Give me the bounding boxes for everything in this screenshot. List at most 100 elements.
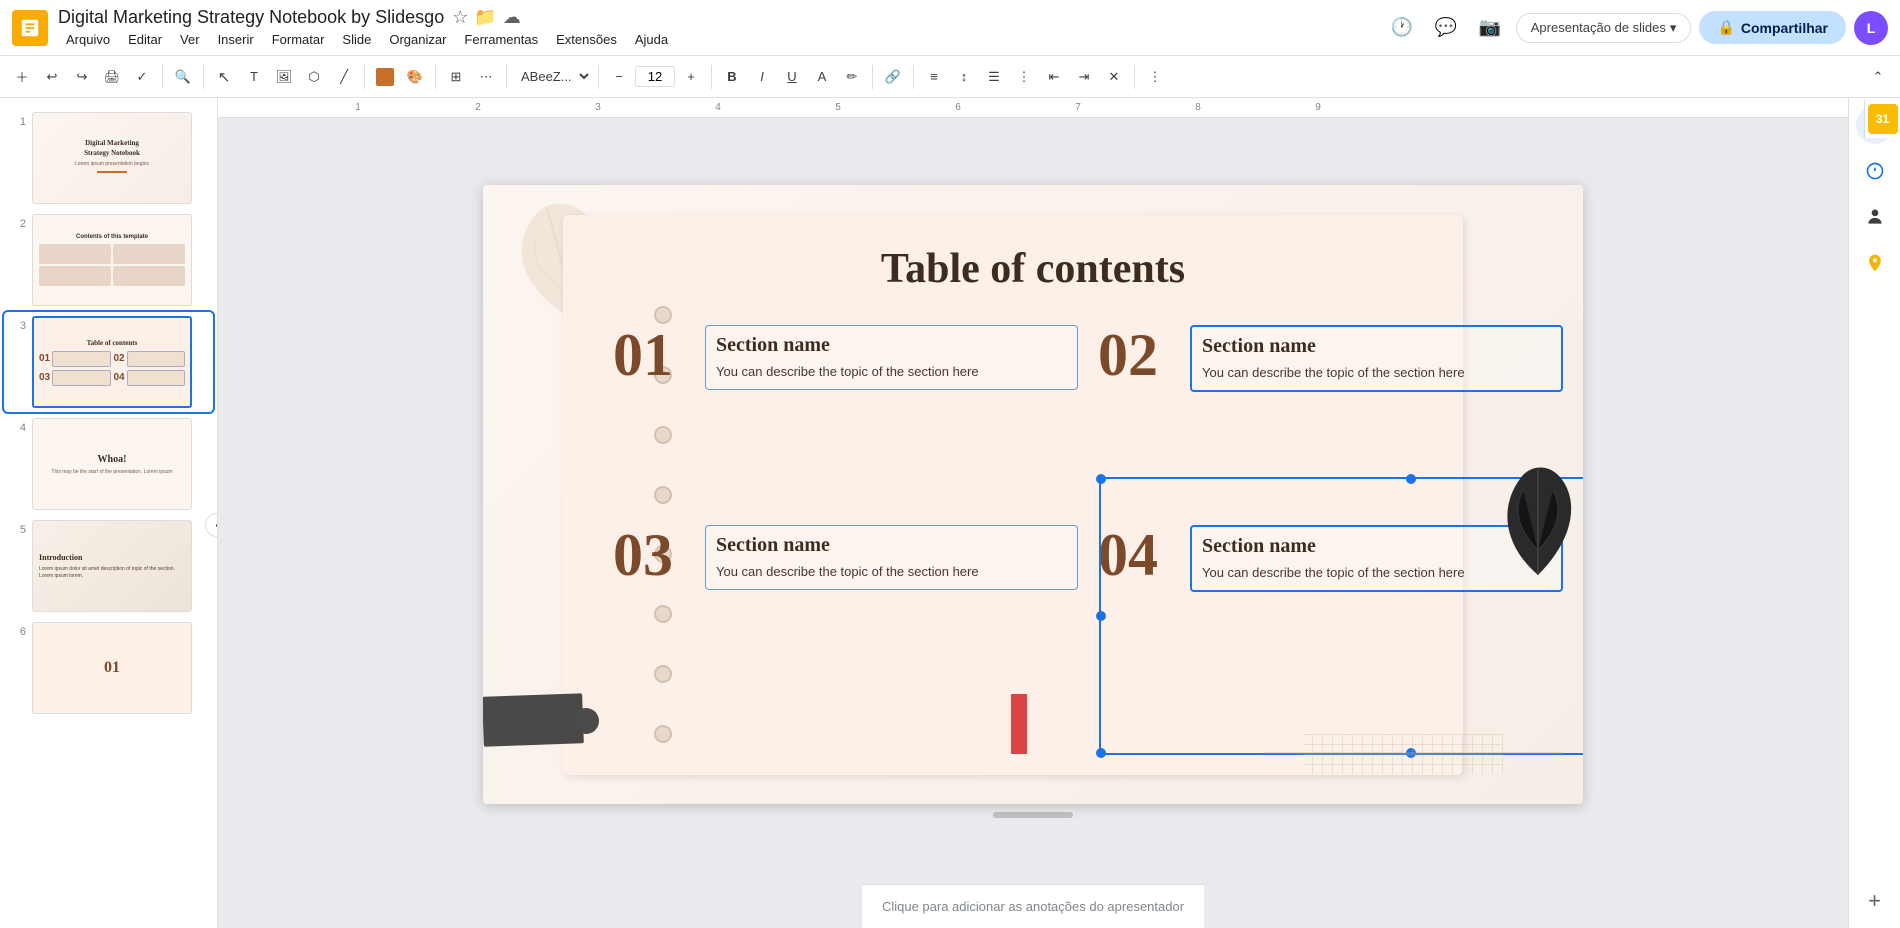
bullets-btn[interactable]: ☰ [980,62,1008,92]
slide-preview-2[interactable]: Contents of this template [32,214,192,306]
folder-icon[interactable]: 📁 [474,7,496,28]
menu-extensoes[interactable]: Extensões [548,30,625,49]
chevron-down-icon: ▾ [1670,20,1677,36]
image-btn[interactable]: 🖼 [270,62,298,92]
menu-editar[interactable]: Editar [120,30,170,49]
slide-thumb-2[interactable]: 2 Contents of this template [4,210,213,310]
present-label: Apresentação de slides [1531,20,1666,35]
menu-ver[interactable]: Ver [172,30,208,49]
scroll-indicator[interactable] [993,812,1073,818]
section-name-3[interactable]: Section name [716,534,1067,557]
slide-thumb-6[interactable]: 6 01 [4,618,213,718]
menu-ferramentas[interactable]: Ferramentas [456,30,546,49]
doc-title[interactable]: Digital Marketing Strategy Notebook by S… [58,7,444,28]
menu-organizar[interactable]: Organizar [381,30,454,49]
section-item-1[interactable]: 01 Section name You can describe the top… [613,325,1078,505]
cursor-btn[interactable]: ↖ [210,62,238,92]
notes-area[interactable]: Clique para adicionar as anotações do ap… [862,884,1204,928]
tape-circle [573,708,599,734]
indent-inc-btn[interactable]: ⇥ [1070,62,1098,92]
separator-10 [1134,65,1135,89]
cloud-icon[interactable]: ☁ [503,7,521,28]
bg-color-btn[interactable] [371,62,399,92]
present-button[interactable]: Apresentação de slides ▾ [1516,13,1692,43]
comment-btn[interactable]: 💬 [1428,10,1464,46]
section-num-4: 04 [1098,525,1178,585]
italic-btn[interactable]: I [748,62,776,92]
lines-btn[interactable]: ╱ [330,62,358,92]
location-btn[interactable] [1856,244,1894,282]
share-button[interactable]: 🔒 Compartilhar [1699,11,1846,44]
slide-preview-6[interactable]: 01 [32,622,192,714]
slide-preview-3[interactable]: Table of contents 01 02 03 [32,316,192,408]
underline-btn[interactable]: U [778,62,806,92]
align-btn[interactable]: ≡ [920,62,948,92]
slide-num-1: 1 [12,112,26,128]
slide-thumb-4[interactable]: 4 Whoa! This may be the start of the pre… [4,414,213,514]
font-size-increase[interactable]: + [677,62,705,92]
menu-inserir[interactable]: Inserir [210,30,262,49]
menu-ajuda[interactable]: Ajuda [627,30,676,49]
comments-panel-btn[interactable] [1856,152,1894,190]
separator-8 [872,65,873,89]
indent-dec-btn[interactable]: ⇤ [1040,62,1068,92]
section-desc-3[interactable]: You can describe the topic of the sectio… [716,563,1067,581]
main-content: ‹ 1 Digital MarketingStrategy Notebook L… [0,98,1900,928]
menu-arquivo[interactable]: Arquivo [58,30,118,49]
layout-btn[interactable]: ⊞ [442,62,470,92]
section-desc-1[interactable]: You can describe the topic of the sectio… [716,363,1067,381]
add-btn[interactable]: + [1856,882,1894,920]
slide-num-4: 4 [12,418,26,434]
star-icon[interactable]: ☆ [452,7,468,28]
people-btn[interactable] [1856,198,1894,236]
font-size-input[interactable] [635,66,675,87]
textbox-btn[interactable]: T [240,62,268,92]
paint-btn[interactable]: 🎨 [401,62,429,92]
link-btn[interactable]: 🔗 [879,62,907,92]
section-name-1[interactable]: Section name [716,334,1067,357]
notes-placeholder[interactable]: Clique para adicionar as anotações do ap… [882,899,1184,914]
avatar[interactable]: L [1854,11,1888,45]
camera-btn[interactable]: 📷 [1472,10,1508,46]
numbering-btn[interactable]: ⋮ [1010,62,1038,92]
app-icon[interactable] [12,10,48,46]
line-spacing-btn[interactable]: ↕ [950,62,978,92]
slide-num-2: 2 [12,214,26,230]
dotgrid-btn[interactable]: ⋯ [472,62,500,92]
section-name-2[interactable]: Section name [1202,335,1551,358]
section-item-3[interactable]: 03 Section name You can describe the top… [613,525,1078,705]
redo-btn[interactable]: ↪ [68,62,96,92]
slide-thumb-3[interactable]: 3 Table of contents 01 02 [4,312,213,412]
history-btn[interactable]: 🕐 [1384,10,1420,46]
slide-preview-4[interactable]: Whoa! This may be the start of the prese… [32,418,192,510]
calendar-icon[interactable]: 31 [1868,104,1898,134]
font-select[interactable]: ABeeZ... [513,66,592,87]
add-slide-btn[interactable]: ＋ [8,62,36,92]
slide-preview-1[interactable]: Digital MarketingStrategy Notebook Lorem… [32,112,192,204]
font-size-decrease[interactable]: − [605,62,633,92]
zoom-btn[interactable]: 🔍 [169,62,197,92]
menu-formatar[interactable]: Formatar [264,30,333,49]
undo-btn[interactable]: ↩ [38,62,66,92]
slide-thumb-1[interactable]: 1 Digital MarketingStrategy Notebook Lor… [4,108,213,208]
menu-slide[interactable]: Slide [334,30,379,49]
section-num-3: 03 [613,525,693,585]
highlight-btn[interactable]: ✏ [838,62,866,92]
font-color-btn[interactable]: A [808,62,836,92]
bold-btn[interactable]: B [718,62,746,92]
slide-preview-5[interactable]: Introduction Lorem ipsum dolor sit amet … [32,520,192,612]
clear-format-btn[interactable]: ✕ [1100,62,1128,92]
more-btn[interactable]: ⋮ [1141,62,1169,92]
section-textbox-3[interactable]: Section name You can describe the topic … [705,525,1078,590]
shapes-btn[interactable]: ⬡ [300,62,328,92]
slide-canvas[interactable]: Table of contents 01 Section name You ca… [483,185,1583,804]
grid-decoration [1303,734,1503,774]
separator-2 [203,65,204,89]
print-btn[interactable]: 🖨 [98,62,126,92]
slide-thumb-5[interactable]: 5 Introduction Lorem ipsum dolor sit ame… [4,516,213,616]
section-textbox-1[interactable]: Section name You can describe the topic … [705,325,1078,390]
section-textbox-2[interactable]: Section name You can describe the topic … [1190,325,1563,392]
collapse-toolbar-btn[interactable]: ⌃ [1864,62,1892,92]
section-desc-2[interactable]: You can describe the topic of the sectio… [1202,364,1551,382]
spellcheck-btn[interactable]: ✓ [128,62,156,92]
